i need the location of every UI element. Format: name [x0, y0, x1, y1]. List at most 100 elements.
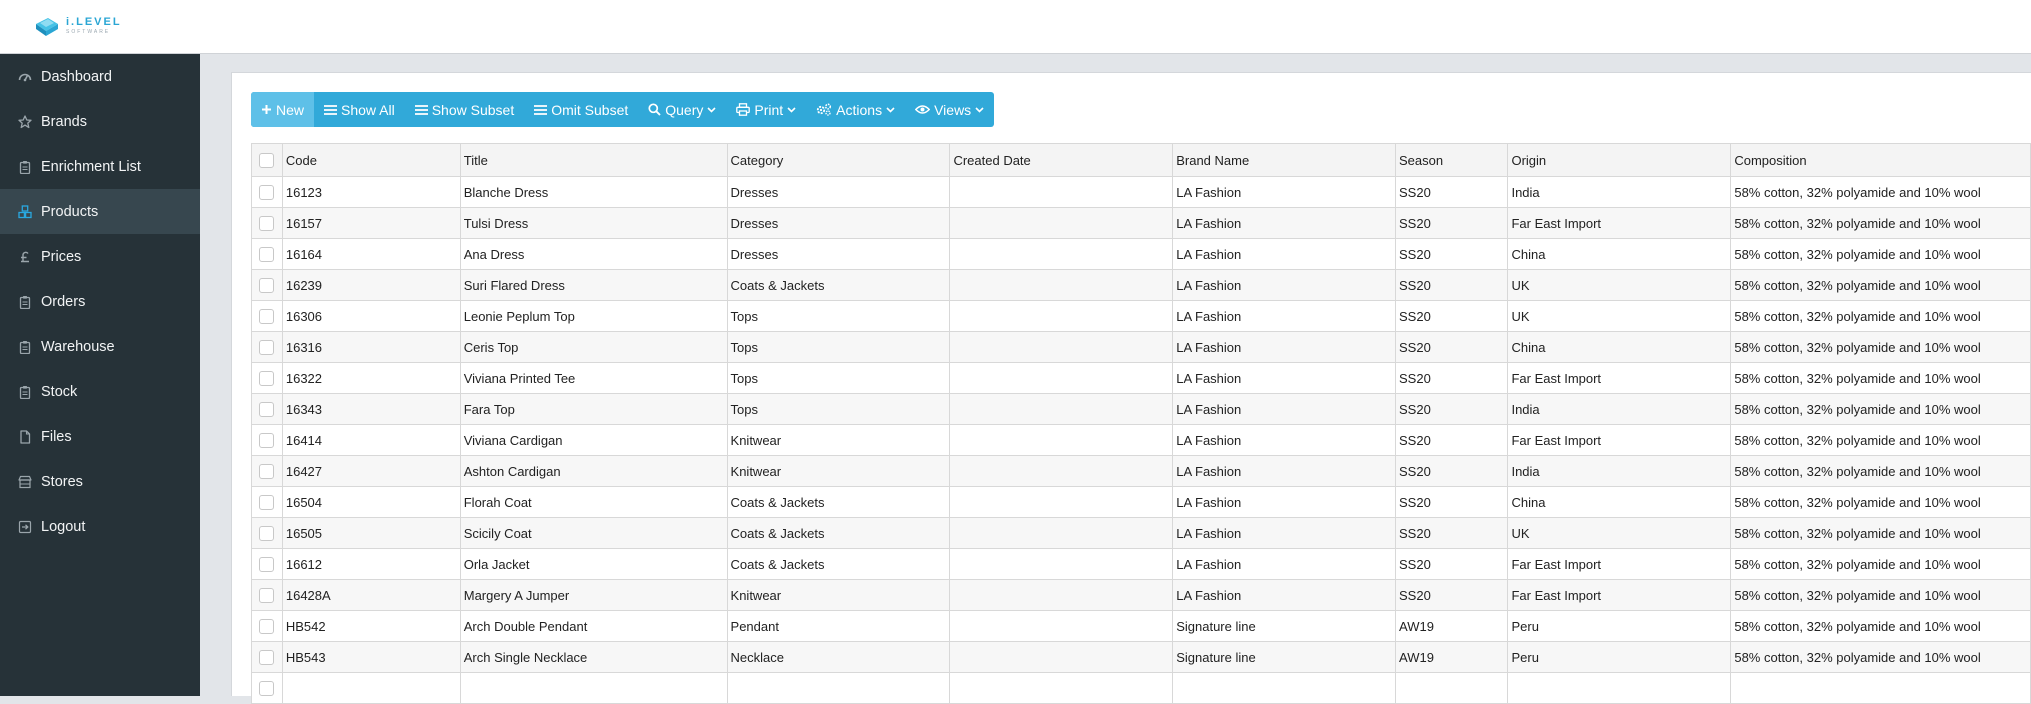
column-header-brand-name[interactable]: Brand Name [1172, 143, 1397, 177]
file-icon [18, 429, 32, 444]
cell-brand-name [1172, 672, 1397, 704]
sidebar-item-dashboard[interactable]: Dashboard [0, 54, 200, 99]
table-row[interactable]: 16239 Suri Flared Dress Coats & Jackets LA … [251, 269, 2031, 301]
sidebar-item-files[interactable]: Files [0, 414, 200, 459]
table-row[interactable]: 16322 Viviana Printed Tee Tops LA Fashion SS… [251, 362, 2031, 394]
sidebar-item-label: Stores [41, 473, 83, 490]
row-checkbox[interactable] [259, 277, 275, 293]
sidebar-item-orders[interactable]: Orders [0, 279, 200, 324]
column-header-created-date[interactable]: Created Date [949, 143, 1174, 177]
new-button[interactable]: New [251, 92, 315, 127]
cell-category: Coats & Jackets [726, 517, 951, 549]
row-checkbox[interactable] [259, 401, 275, 417]
sidebar-item-brands[interactable]: Brands [0, 99, 200, 144]
cell-composition: 58% cotton, 32% polyamide and 10% wool [1730, 393, 2031, 425]
column-header-season[interactable]: Season [1395, 143, 1509, 177]
cell-season: SS20 [1395, 579, 1509, 611]
row-checkbox[interactable] [259, 339, 275, 355]
table-row[interactable]: 16164 Ana Dress Dresses LA Fashion SS20 China… [251, 238, 2031, 270]
row-select-cell [251, 610, 283, 642]
sidebar-item-stores[interactable]: Stores [0, 459, 200, 504]
cell-origin: UK [1507, 269, 1732, 301]
cell-created-date [949, 269, 1174, 301]
cell-category: Pendant [726, 610, 951, 642]
cell-title: Ceris Top [459, 331, 728, 363]
cell-composition: 58% cotton, 32% polyamide and 10% wool [1730, 176, 2031, 208]
cell-category: Knitwear [726, 455, 951, 487]
cell-brand-name: LA Fashion [1172, 579, 1397, 611]
store-icon [18, 475, 32, 489]
column-header-title[interactable]: Title [459, 143, 728, 177]
sidebar-item-logout[interactable]: Logout [0, 504, 200, 549]
logo[interactable]: i.LEVEL SOFTWARE [32, 14, 122, 38]
row-checkbox[interactable] [259, 246, 275, 262]
row-checkbox[interactable] [259, 494, 275, 510]
row-select-cell [251, 269, 283, 301]
cell-brand-name: LA Fashion [1172, 362, 1397, 394]
table-row[interactable]: 16504 Florah Coat Coats & Jackets LA Fashio… [251, 486, 2031, 518]
row-checkbox[interactable] [259, 649, 275, 665]
show-all-button[interactable]: Show All [314, 92, 405, 127]
show-subset-button[interactable]: Show Subset [405, 92, 525, 127]
print-button[interactable]: Print [726, 92, 806, 127]
column-header-category[interactable]: Category [726, 143, 951, 177]
row-checkbox[interactable] [259, 556, 275, 572]
query-button[interactable]: Query [638, 92, 726, 127]
table-row[interactable]: 16343 Fara Top Tops LA Fashion SS20 India 58% … [251, 393, 2031, 425]
show-all-label: Show All [341, 101, 395, 118]
row-checkbox[interactable] [259, 215, 275, 231]
row-checkbox[interactable] [259, 680, 275, 696]
table-row[interactable]: 16316 Ceris Top Tops LA Fashion SS20 China 58%… [251, 331, 2031, 363]
cell-created-date [949, 579, 1174, 611]
cell-brand-name: LA Fashion [1172, 269, 1397, 301]
logo-name: i.LEVEL [66, 16, 122, 28]
column-header-code[interactable]: Code [281, 143, 461, 177]
cell-brand-name: LA Fashion [1172, 486, 1397, 518]
table-row[interactable]: HB543 Arch Single Necklace Necklace Signatu… [251, 641, 2031, 673]
omit-subset-button[interactable]: Omit Subset [524, 92, 638, 127]
cell-season: SS20 [1395, 176, 1509, 208]
table-row[interactable]: 16427 Ashton Cardigan Knitwear LA Fashion SS… [251, 455, 2031, 487]
table-row[interactable]: HB542 Arch Double Pendant Pendant Signature… [251, 610, 2031, 642]
row-checkbox[interactable] [259, 618, 275, 634]
row-select-cell [251, 455, 283, 487]
sidebar-item-enrichment-list[interactable]: Enrichment List [0, 144, 200, 189]
cell-title [459, 672, 728, 704]
cell-code: 16428A [281, 579, 461, 611]
row-checkbox[interactable] [259, 184, 275, 200]
row-checkbox[interactable] [259, 432, 275, 448]
sidebar-item-stock[interactable]: Stock [0, 369, 200, 414]
table-row[interactable]: 16428A Margery A Jumper Knitwear LA Fashion… [251, 579, 2031, 611]
sidebar-item-label: Brands [41, 113, 87, 130]
row-checkbox[interactable] [259, 525, 275, 541]
cell-created-date [949, 393, 1174, 425]
row-checkbox[interactable] [259, 463, 275, 479]
table-row[interactable] [251, 672, 2031, 704]
column-header-origin[interactable]: Origin [1507, 143, 1732, 177]
sidebar-item-warehouse[interactable]: Warehouse [0, 324, 200, 369]
sidebar-item-prices[interactable]: Prices [0, 234, 200, 279]
views-button[interactable]: Views [905, 92, 994, 127]
actions-button[interactable]: Actions [806, 92, 905, 127]
chevron-down-icon [886, 106, 895, 113]
cell-code [281, 672, 461, 704]
table-row[interactable]: 16505 Scicily Coat Coats & Jackets LA Fashi… [251, 517, 2031, 549]
cell-season: SS20 [1395, 269, 1509, 301]
row-checkbox[interactable] [259, 308, 275, 324]
select-all-checkbox[interactable] [259, 152, 275, 168]
row-checkbox[interactable] [259, 587, 275, 603]
table-row[interactable]: 16123 Blanche Dress Dresses LA Fashion SS20 I… [251, 176, 2031, 208]
sidebar-item-products[interactable]: Products [0, 189, 200, 234]
cell-created-date [949, 176, 1174, 208]
table-row[interactable]: 16157 Tulsi Dress Dresses LA Fashion SS20 Far… [251, 207, 2031, 239]
sidebar-item-label: Products [41, 203, 99, 220]
table-row[interactable]: 16414 Viviana Cardigan Knitwear LA Fashion S… [251, 424, 2031, 456]
row-select-cell [251, 300, 283, 332]
table-row[interactable]: 16612 Orla Jacket Coats & Jackets LA Fashio… [251, 548, 2031, 580]
column-header-composition[interactable]: Composition [1730, 143, 2031, 177]
row-checkbox[interactable] [259, 370, 275, 386]
cell-origin: UK [1507, 517, 1732, 549]
table-row[interactable]: 16306 Leonie Peplum Top Tops LA Fashion SS20… [251, 300, 2031, 332]
clipboard-icon [18, 385, 32, 399]
cell-brand-name: LA Fashion [1172, 207, 1397, 239]
